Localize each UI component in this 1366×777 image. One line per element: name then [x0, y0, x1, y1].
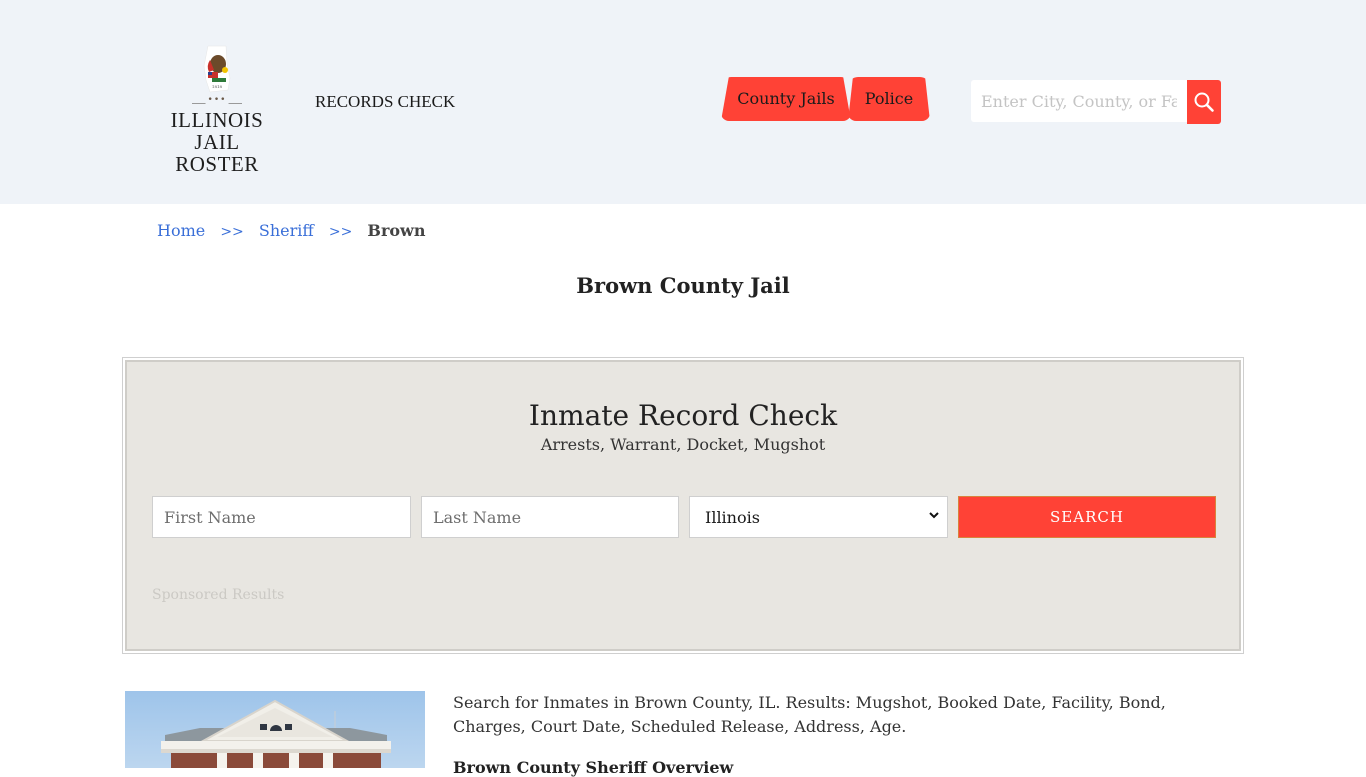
page-title: Brown County Jail: [576, 273, 790, 298]
records-check-link[interactable]: RECORDS CHECK: [315, 92, 455, 112]
state-select[interactable]: Illinois: [689, 496, 948, 538]
breadcrumb-home[interactable]: Home: [157, 221, 205, 240]
courthouse-photo: [125, 691, 425, 768]
logo-divider: [192, 102, 242, 105]
record-check-title: Inmate Record Check: [528, 399, 838, 432]
last-name-input[interactable]: [421, 496, 679, 538]
illinois-seal-icon: 1818: [203, 45, 231, 93]
record-check-subtitle: Arrests, Warrant, Docket, Mugshot: [540, 435, 826, 454]
breadcrumb-separator: >>: [220, 224, 244, 240]
courthouse-image: [161, 699, 391, 768]
intro-paragraph: Search for Inmates in Brown County, IL. …: [453, 693, 1166, 736]
site-search-button[interactable]: [1187, 80, 1221, 124]
site-search-input[interactable]: [971, 80, 1187, 122]
nav-tab-police[interactable]: Police: [848, 77, 930, 121]
site-header: 1818 ILLINOIS JAIL ROSTER RECORDS CHECK …: [0, 0, 1366, 204]
breadcrumb-current: Brown: [367, 221, 426, 240]
sponsored-results-label: Sponsored Results: [152, 587, 285, 603]
logo-line-1: ILLINOIS: [170, 108, 264, 132]
first-name-input[interactable]: [152, 496, 411, 538]
search-icon: [1194, 92, 1214, 112]
breadcrumb-sheriff[interactable]: Sheriff: [259, 221, 314, 240]
site-logo[interactable]: 1818 ILLINOIS JAIL ROSTER: [152, 44, 282, 175]
svg-text:1818: 1818: [212, 84, 223, 89]
logo-line-2: JAIL ROSTER: [175, 130, 259, 176]
nav-tab-county-jails[interactable]: County Jails: [721, 77, 851, 121]
breadcrumb-separator: >>: [328, 224, 353, 240]
record-search-button[interactable]: SEARCH: [958, 496, 1216, 538]
inmate-record-check-panel: Inmate Record Check Arrests, Warrant, Do…: [122, 357, 1244, 654]
breadcrumb: Home >> Sheriff >> Brown: [157, 221, 425, 240]
